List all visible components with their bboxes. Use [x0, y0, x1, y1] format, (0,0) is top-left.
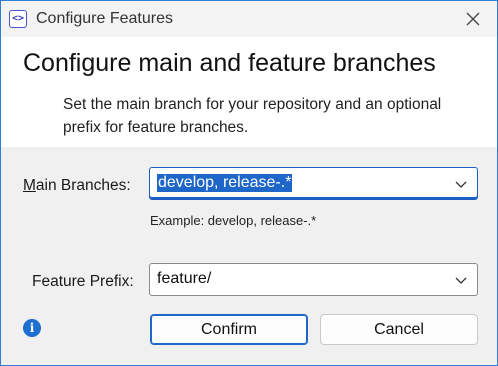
cancel-button[interactable]: Cancel — [320, 314, 478, 345]
dialog-description: Set the main branch for your repository … — [63, 96, 442, 136]
title-bar: <> Configure Features — [1, 1, 497, 37]
info-icon[interactable]: i — [23, 319, 41, 337]
main-branches-combobox[interactable]: develop, release-.* — [149, 167, 478, 200]
dialog-body: Main Branches: develop, release-.* Examp… — [1, 147, 497, 365]
app-icon: <> — [9, 10, 27, 28]
feature-prefix-combobox[interactable]: feature/ — [149, 263, 478, 296]
main-branches-label-mnemonic: M — [23, 177, 36, 194]
dialog-header: Configure main and feature branches Set … — [1, 37, 497, 147]
close-button[interactable] — [461, 7, 485, 31]
main-branches-label-text: ain Branches: — [35, 177, 131, 194]
window-title: Configure Features — [36, 10, 173, 27]
feature-prefix-label: Feature Prefix: — [32, 273, 134, 290]
main-branches-value[interactable]: develop, release-.* — [157, 174, 293, 192]
close-icon — [466, 12, 480, 26]
feature-prefix-value[interactable]: feature/ — [157, 270, 211, 288]
main-branches-label: Main Branches: — [23, 177, 131, 195]
confirm-button[interactable]: Confirm — [150, 314, 308, 345]
chevron-down-icon[interactable] — [454, 273, 468, 287]
configure-features-dialog: <> Configure Features Configure main and… — [0, 0, 498, 366]
chevron-down-icon[interactable] — [454, 177, 468, 191]
main-branches-example: Example: develop, release-.* — [150, 213, 317, 228]
dialog-heading: Configure main and feature branches — [23, 49, 436, 77]
